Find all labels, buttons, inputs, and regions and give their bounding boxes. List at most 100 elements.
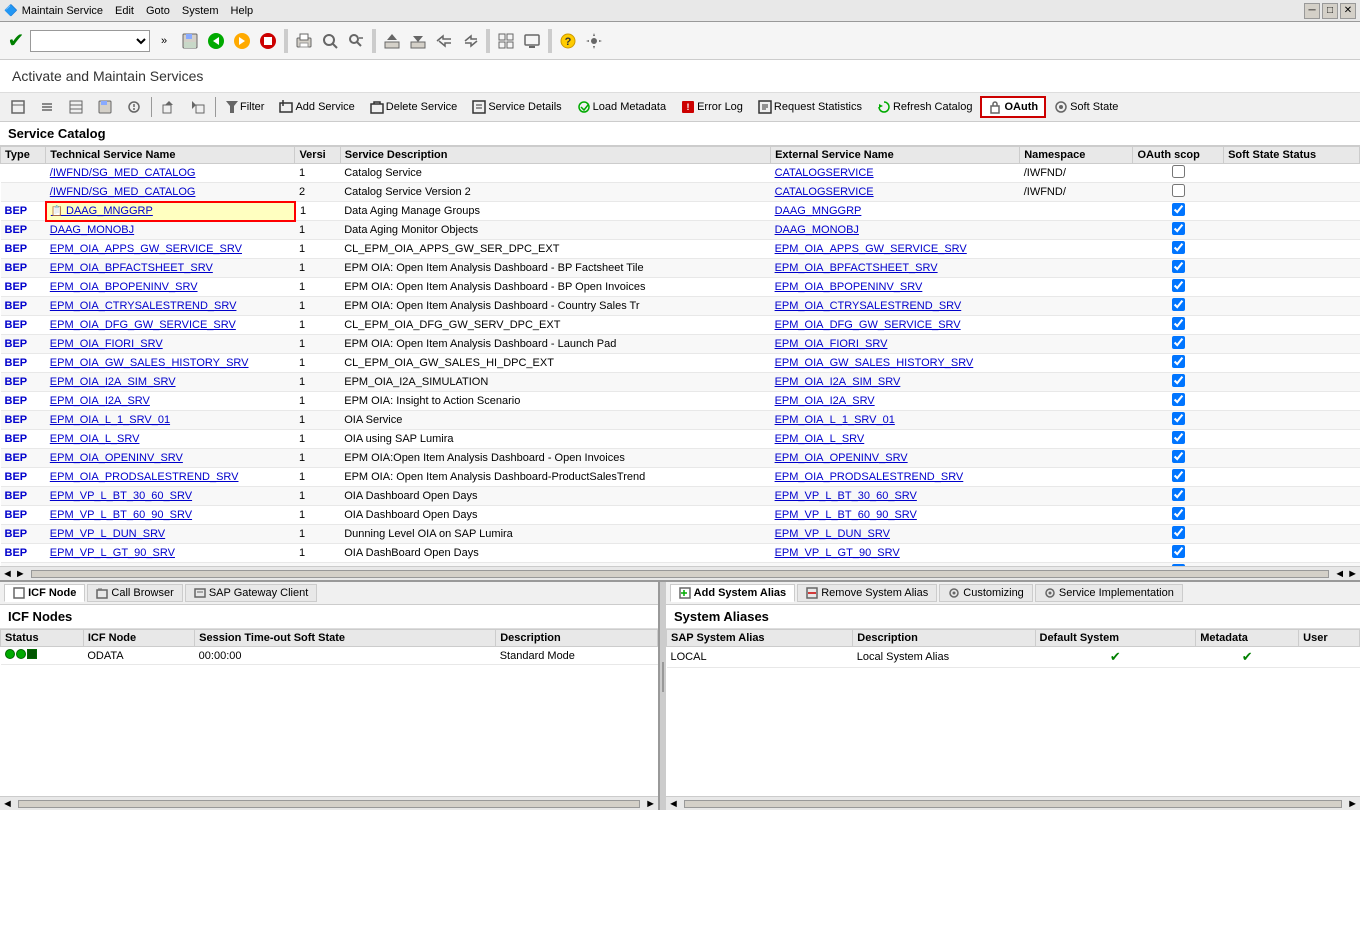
col-esn-header[interactable]: External Service Name: [771, 147, 1020, 164]
table-row[interactable]: BEP📋 DAAG_MNGGRP1Data Aging Manage Group…: [1, 202, 1360, 221]
scroll-left-arrow[interactable]: ◄: [0, 798, 15, 810]
scroll-right3-icon[interactable]: ►: [1347, 568, 1358, 580]
cell-tsn[interactable]: EPM_OIA_APPS_GW_SERVICE_SRV: [46, 240, 295, 259]
cell-esn[interactable]: EPM_VP_L_DUN_SRV: [771, 525, 1020, 544]
cell-esn[interactable]: EPM_OIA_APPS_GW_SERVICE_SRV: [771, 240, 1020, 259]
cell-oauth[interactable]: [1133, 335, 1224, 354]
cell-oauth[interactable]: [1133, 202, 1224, 221]
navigation-dropdown[interactable]: [30, 30, 150, 52]
table-row[interactable]: BEPEPM_OIA_L_1_SRV_011OIA ServiceEPM_OIA…: [1, 411, 1360, 430]
restore-button[interactable]: □: [1322, 3, 1338, 19]
expand-icon[interactable]: »: [152, 27, 176, 55]
cell-tsn[interactable]: DAAG_MONOBJ: [46, 221, 295, 240]
cell-tsn[interactable]: EPM_OIA_GW_SALES_HISTORY_SRV: [46, 354, 295, 373]
cell-esn[interactable]: EPM_OIA_L_SRV: [771, 430, 1020, 449]
col-tsn-header[interactable]: Technical Service Name: [46, 147, 295, 164]
minimize-button[interactable]: ─: [1304, 3, 1320, 19]
cell-oauth[interactable]: [1133, 468, 1224, 487]
cell-tsn[interactable]: EPM_OIA_L_1_SRV_01: [46, 411, 295, 430]
cell-esn[interactable]: DAAG_MONOBJ: [771, 221, 1020, 240]
cell-oauth[interactable]: [1133, 354, 1224, 373]
cell-esn[interactable]: EPM_OIA_GW_SALES_HISTORY_SRV: [771, 354, 1020, 373]
oauth-button[interactable]: OAuth: [980, 96, 1046, 118]
soft-state-button[interactable]: Soft State: [1047, 96, 1125, 118]
col-ns-header[interactable]: Namespace: [1020, 147, 1133, 164]
cell-tsn[interactable]: EPM_OIA_CTRYSALESTREND_SRV: [46, 297, 295, 316]
table-row[interactable]: BEPEPM_OIA_APPS_GW_SERVICE_SRV1CL_EPM_OI…: [1, 240, 1360, 259]
cell-tsn[interactable]: EPM_OIA_L_SRV: [46, 430, 295, 449]
error-log-button[interactable]: ! Error Log: [674, 96, 750, 118]
cell-esn[interactable]: CATALOGSERVICE: [771, 164, 1020, 183]
service-details-button[interactable]: Service Details: [465, 96, 568, 118]
cell-tsn[interactable]: EPM_OIA_BPFACTSHEET_SRV: [46, 259, 295, 278]
cell-tsn[interactable]: EPM_VP_L_BT_30_60_SRV: [46, 487, 295, 506]
table-row[interactable]: BEPEPM_OIA_GW_SALES_HISTORY_SRV1CL_EPM_O…: [1, 354, 1360, 373]
list2-icon-btn[interactable]: [62, 96, 90, 118]
tab-add-system-alias[interactable]: Add System Alias: [670, 584, 795, 602]
table-row[interactable]: BEPEPM_OIA_DFG_GW_SERVICE_SRV1CL_EPM_OIA…: [1, 316, 1360, 335]
green-check-button[interactable]: ✔: [4, 27, 28, 55]
print-button[interactable]: [292, 27, 316, 55]
tab-remove-system-alias[interactable]: Remove System Alias: [797, 584, 937, 602]
upload-button[interactable]: [380, 27, 404, 55]
icon5-btn[interactable]: [120, 96, 148, 118]
table-row[interactable]: BEPEPM_OIA_PRODSALESTREND_SRV1EPM OIA: O…: [1, 468, 1360, 487]
cell-tsn[interactable]: 📋 DAAG_MNGGRP: [46, 202, 295, 221]
load-metadata-button[interactable]: Load Metadata: [570, 96, 673, 118]
menu-system[interactable]: System: [182, 5, 219, 17]
table-row[interactable]: BEPEPM_VP_L_BT_60_90_SRV1OIA Dashboard O…: [1, 506, 1360, 525]
scroll-left-icon[interactable]: ◄: [2, 568, 13, 580]
service-catalog-table-container[interactable]: Type Technical Service Name Versi Servic…: [0, 146, 1360, 566]
transfer1-button[interactable]: [432, 27, 456, 55]
cell-oauth[interactable]: [1133, 430, 1224, 449]
cell-oauth[interactable]: [1133, 392, 1224, 411]
scroll-right-arrow2[interactable]: ►: [1345, 798, 1360, 810]
cell-esn[interactable]: DAAG_MNGGRP: [771, 202, 1020, 221]
cell-tsn[interactable]: EPM_OIA_OPENINV_SRV: [46, 449, 295, 468]
table-row[interactable]: BEPEPM_OIA_I2A_SIM_SRV1EPM_OIA_I2A_SIMUL…: [1, 373, 1360, 392]
cell-esn[interactable]: EPM_VP_L_BT_30_60_SRV: [771, 487, 1020, 506]
cell-tsn[interactable]: EPM_OIA_PRODSALESTREND_SRV: [46, 468, 295, 487]
forward-button[interactable]: [230, 27, 254, 55]
cell-oauth[interactable]: [1133, 183, 1224, 202]
col-sss-header[interactable]: Soft State Status: [1224, 147, 1360, 164]
cell-oauth[interactable]: [1133, 240, 1224, 259]
cell-oauth[interactable]: [1133, 487, 1224, 506]
cell-tsn[interactable]: EPM_OIA_DFG_GW_SERVICE_SRV: [46, 316, 295, 335]
request-statistics-button[interactable]: Request Statistics: [751, 96, 869, 118]
back-button[interactable]: [204, 27, 228, 55]
list-icon-btn[interactable]: [33, 96, 61, 118]
table-row[interactable]: /IWFND/SG_MED_CATALOG1Catalog ServiceCAT…: [1, 164, 1360, 183]
cell-esn[interactable]: EPM_VP_L_GT_90_SRV: [771, 544, 1020, 563]
cell-esn[interactable]: EPM_OIA_BPOPENINV_SRV: [771, 278, 1020, 297]
cell-oauth[interactable]: [1133, 373, 1224, 392]
download-button[interactable]: [406, 27, 430, 55]
scroll-right-icon[interactable]: ►: [15, 568, 26, 580]
cell-oauth[interactable]: [1133, 544, 1224, 563]
table-row[interactable]: BEPEPM_OIA_L_SRV1OIA using SAP LumiraEPM…: [1, 430, 1360, 449]
table-row[interactable]: BEPEPM_OIA_FIORI_SRV1EPM OIA: Open Item …: [1, 335, 1360, 354]
scroll-right-arrow[interactable]: ►: [643, 798, 658, 810]
cell-tsn[interactable]: EPM_VP_L_DUN_SRV: [46, 525, 295, 544]
col-ver-header[interactable]: Versi: [295, 147, 340, 164]
table-row[interactable]: /IWFND/SG_MED_CATALOG2Catalog Service Ve…: [1, 183, 1360, 202]
tab-icf-node[interactable]: ICF Node: [4, 584, 85, 602]
save-button[interactable]: [178, 27, 202, 55]
horizontal-scrollbar[interactable]: ◄ ► ◄ ►: [0, 566, 1360, 580]
grid-icon[interactable]: [494, 27, 518, 55]
cell-esn[interactable]: EPM_OIA_I2A_SRV: [771, 392, 1020, 411]
cell-oauth[interactable]: [1133, 506, 1224, 525]
cell-oauth[interactable]: [1133, 259, 1224, 278]
menu-help[interactable]: Help: [231, 5, 254, 17]
find-next-button[interactable]: [344, 27, 368, 55]
menu-goto[interactable]: Goto: [146, 5, 170, 17]
table-row[interactable]: BEPEPM_OIA_CTRYSALESTREND_SRV1EPM OIA: O…: [1, 297, 1360, 316]
stop-button[interactable]: [256, 27, 280, 55]
cell-esn[interactable]: EPM_OIA_CTRYSALESTREND_SRV: [771, 297, 1020, 316]
cell-esn[interactable]: EPM_OIA_L_1_SRV_01: [771, 411, 1020, 430]
cell-esn[interactable]: CATALOGSERVICE: [771, 183, 1020, 202]
cell-oauth[interactable]: [1133, 411, 1224, 430]
cell-esn[interactable]: EPM_OIA_PRODSALESTREND_SRV: [771, 468, 1020, 487]
cell-tsn[interactable]: EPM_OIA_I2A_SRV: [46, 392, 295, 411]
close-button[interactable]: ✕: [1340, 3, 1356, 19]
